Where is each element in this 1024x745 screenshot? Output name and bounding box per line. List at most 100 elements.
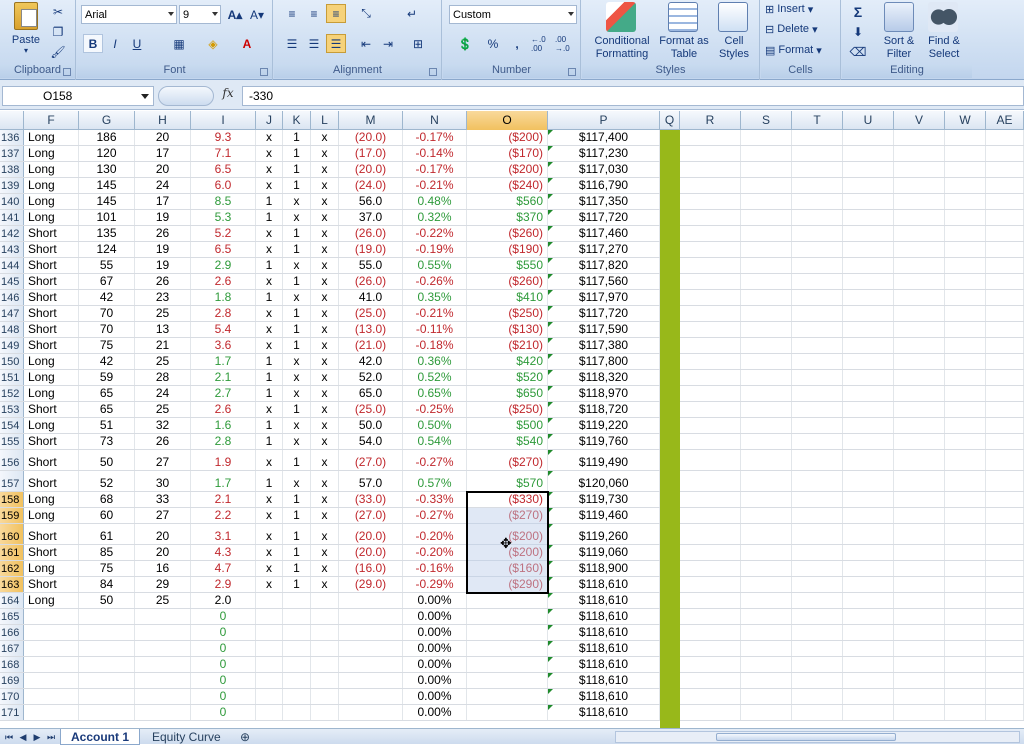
name-box[interactable]: O158 xyxy=(2,86,154,106)
sort-filter-button[interactable]: Sort & Filter xyxy=(878,35,920,61)
empty-cell[interactable] xyxy=(741,492,792,507)
cell-j[interactable]: x xyxy=(256,492,283,507)
cell-j[interactable] xyxy=(256,673,283,688)
column-header-l[interactable]: L xyxy=(311,111,339,130)
cell-i[interactable]: 0 xyxy=(191,641,256,656)
cell-k[interactable]: 1 xyxy=(283,561,311,576)
empty-cell[interactable] xyxy=(741,242,792,257)
cell-m[interactable]: (20.0) xyxy=(339,130,403,145)
cell-l[interactable]: x xyxy=(311,322,339,337)
cell-n[interactable]: 0.00% xyxy=(403,609,467,624)
cell-h[interactable]: 30 xyxy=(135,471,191,491)
empty-cell[interactable] xyxy=(843,545,894,560)
empty-cell[interactable] xyxy=(986,450,1024,470)
align-center-icon[interactable]: ☰ xyxy=(304,34,324,53)
cell-k[interactable]: x xyxy=(283,210,311,225)
cell-f[interactable]: Short xyxy=(24,290,79,305)
cell-f[interactable] xyxy=(24,625,79,640)
cell-n[interactable]: 0.36% xyxy=(403,354,467,369)
font-name-combo[interactable]: Arial xyxy=(81,5,177,24)
cell-m[interactable]: (19.0) xyxy=(339,242,403,257)
cell-h[interactable]: 25 xyxy=(135,354,191,369)
cell-j[interactable]: 1 xyxy=(256,434,283,449)
cell-l[interactable] xyxy=(311,705,339,720)
cell-g[interactable]: 124 xyxy=(79,242,135,257)
cell-k[interactable]: 1 xyxy=(283,508,311,523)
empty-cell[interactable] xyxy=(680,508,741,523)
empty-cell[interactable] xyxy=(894,226,945,241)
cell-m[interactable] xyxy=(339,689,403,704)
empty-cell[interactable] xyxy=(843,274,894,289)
cell-g[interactable] xyxy=(79,689,135,704)
empty-cell[interactable] xyxy=(680,471,741,491)
empty-cell[interactable] xyxy=(945,194,986,209)
empty-cell[interactable] xyxy=(986,418,1024,433)
empty-cell[interactable] xyxy=(741,370,792,385)
cell-j[interactable] xyxy=(256,657,283,672)
empty-cell[interactable] xyxy=(843,354,894,369)
empty-cell[interactable] xyxy=(741,641,792,656)
cell-o[interactable] xyxy=(467,705,548,720)
empty-cell[interactable] xyxy=(741,306,792,321)
cell-h[interactable]: 29 xyxy=(135,577,191,592)
empty-cell[interactable] xyxy=(792,705,843,720)
row-header[interactable]: 154 xyxy=(0,418,24,433)
cell-g[interactable]: 84 xyxy=(79,577,135,592)
empty-cell[interactable] xyxy=(741,434,792,449)
empty-cell[interactable] xyxy=(986,386,1024,401)
cell-p[interactable]: $119,760 xyxy=(548,434,660,449)
empty-cell[interactable] xyxy=(741,210,792,225)
cell-k[interactable] xyxy=(283,657,311,672)
row-header[interactable]: 163 xyxy=(0,577,24,592)
empty-cell[interactable] xyxy=(843,561,894,576)
format-button[interactable]: ▤ Format ▾ xyxy=(765,42,822,58)
empty-cell[interactable] xyxy=(680,258,741,273)
empty-cell[interactable] xyxy=(945,641,986,656)
cell-o[interactable] xyxy=(467,689,548,704)
empty-cell[interactable] xyxy=(741,130,792,145)
cell-p[interactable]: $117,030 xyxy=(548,162,660,177)
cell-p[interactable]: $119,490 xyxy=(548,450,660,470)
cell-p[interactable]: $118,610 xyxy=(548,673,660,688)
cell-g[interactable]: 50 xyxy=(79,593,135,608)
row-header[interactable]: 157 xyxy=(0,471,24,491)
row-header[interactable]: 167 xyxy=(0,641,24,656)
cell-p[interactable]: $118,720 xyxy=(548,402,660,417)
fill-icon[interactable]: ⬇ xyxy=(848,22,868,41)
merge-center-icon[interactable]: ⊞ xyxy=(408,34,428,53)
empty-cell[interactable] xyxy=(986,290,1024,305)
cell-h[interactable]: 19 xyxy=(135,242,191,257)
cell-i[interactable]: 5.4 xyxy=(191,322,256,337)
empty-cell[interactable] xyxy=(741,625,792,640)
cell-i[interactable]: 9.3 xyxy=(191,130,256,145)
cell-h[interactable]: 17 xyxy=(135,194,191,209)
delete-button[interactable]: ⊟ Delete ▾ xyxy=(765,21,818,37)
cell-g[interactable]: 65 xyxy=(79,402,135,417)
empty-cell[interactable] xyxy=(894,673,945,688)
empty-cell[interactable] xyxy=(986,338,1024,353)
empty-cell[interactable] xyxy=(741,194,792,209)
cell-k[interactable] xyxy=(283,673,311,688)
cell-k[interactable] xyxy=(283,689,311,704)
format-painter-icon[interactable]: 🖌 xyxy=(48,42,68,61)
empty-cell[interactable] xyxy=(792,471,843,491)
empty-cell[interactable] xyxy=(843,641,894,656)
column-header-s[interactable]: S xyxy=(741,111,792,130)
cell-m[interactable]: 57.0 xyxy=(339,471,403,491)
cell-l[interactable]: x xyxy=(311,210,339,225)
cell-i[interactable]: 3.1 xyxy=(191,524,256,544)
cell-l[interactable] xyxy=(311,641,339,656)
cell-m[interactable]: 41.0 xyxy=(339,290,403,305)
align-middle-icon[interactable]: ≡ xyxy=(304,4,324,23)
column-header-u[interactable]: U xyxy=(843,111,894,130)
align-bottom-icon[interactable]: ≡ xyxy=(326,4,346,23)
cell-i[interactable]: 1.7 xyxy=(191,354,256,369)
empty-cell[interactable] xyxy=(792,290,843,305)
cell-i[interactable]: 4.3 xyxy=(191,545,256,560)
row-header[interactable]: 161 xyxy=(0,545,24,560)
empty-cell[interactable] xyxy=(680,641,741,656)
empty-cell[interactable] xyxy=(986,274,1024,289)
cell-j[interactable] xyxy=(256,689,283,704)
cell-h[interactable]: 27 xyxy=(135,508,191,523)
empty-cell[interactable] xyxy=(945,162,986,177)
